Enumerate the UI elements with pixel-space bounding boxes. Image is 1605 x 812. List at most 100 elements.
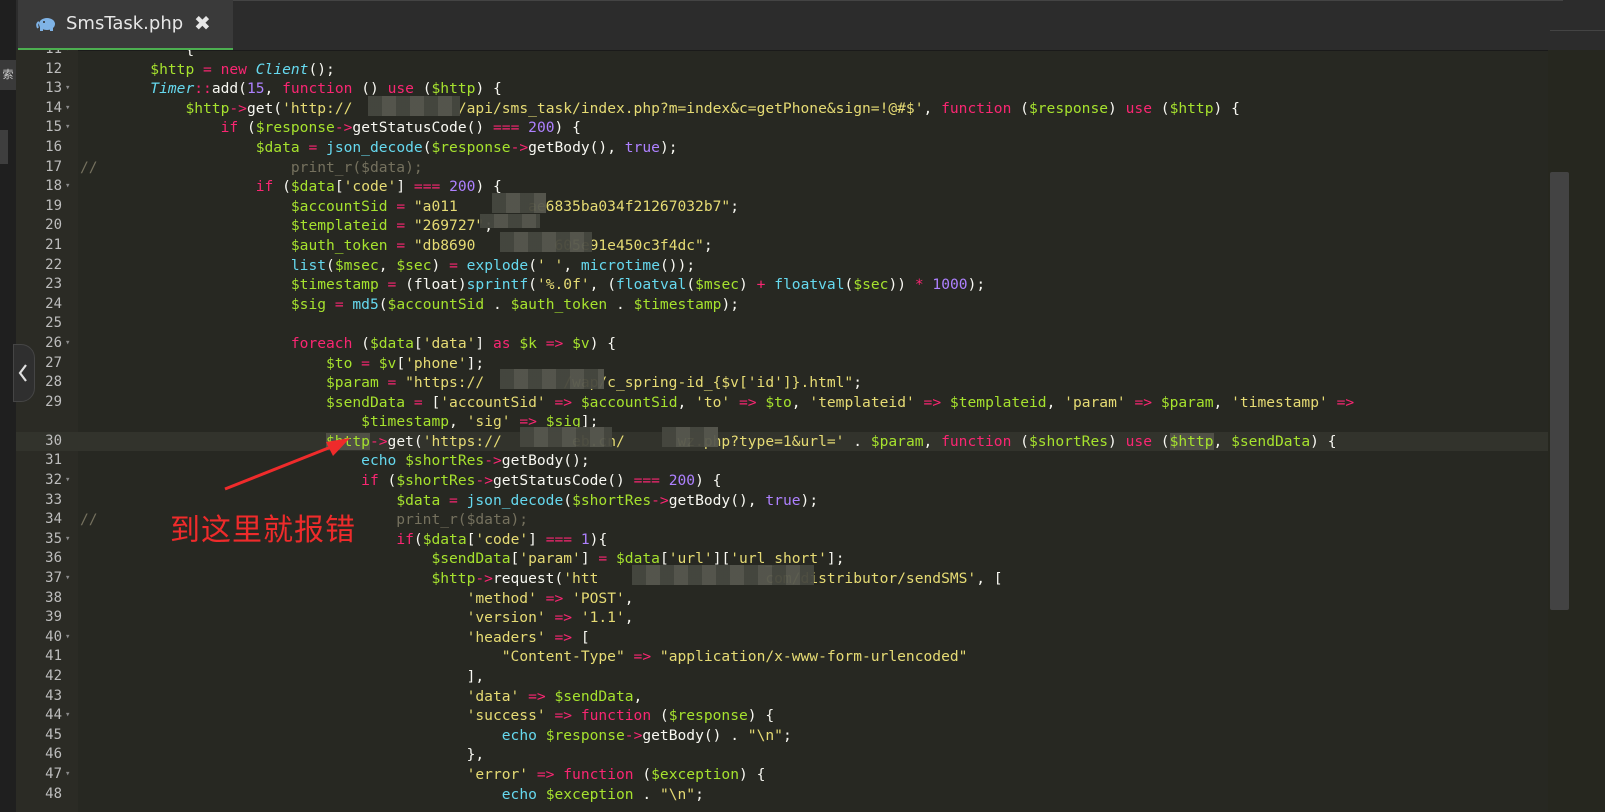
- code-line[interactable]: $timestamp, 'sig' => $sig];: [16, 412, 1548, 432]
- code-text: if ($shortRes->getStatusCode() === 200) …: [80, 471, 721, 491]
- code-token: ) {: [554, 119, 581, 137]
- code-line[interactable]: 39 'version' => '1.1',: [16, 608, 1548, 628]
- redacted-url: [662, 427, 718, 447]
- fold-arrow-icon[interactable]: ▾: [65, 628, 70, 648]
- fold-arrow-icon[interactable]: ▾: [65, 118, 70, 138]
- tab-smstask[interactable]: SmsTask.php ✖: [18, 0, 233, 50]
- code-line[interactable]: 12 $http = new Client();: [16, 60, 1548, 80]
- code-token: 'data': [422, 334, 476, 352]
- code-token: // print_r($data);: [80, 158, 423, 176]
- side-panel-tab[interactable]: 索: [0, 60, 16, 90]
- code-line[interactable]: 47 ▾ 'error' => function ($exception) {: [16, 765, 1548, 785]
- code-token: =: [326, 295, 353, 313]
- code-line[interactable]: 42 ],: [16, 667, 1548, 687]
- code-token: 'error': [466, 765, 529, 783]
- code-line[interactable]: 29 $sendData = ['accountSid' => $account…: [16, 393, 1548, 413]
- code-line[interactable]: 41 "Content-Type" => "application/x-www-…: [16, 647, 1548, 667]
- code-line[interactable]: 46 },: [16, 745, 1548, 765]
- code-token: ,: [1213, 432, 1232, 450]
- code-token: =: [194, 60, 221, 78]
- code-line[interactable]: 25: [16, 314, 1548, 334]
- code-token: $param: [326, 374, 379, 392]
- fold-arrow-icon[interactable]: ▾: [65, 99, 70, 119]
- fold-arrow-icon[interactable]: ▾: [65, 765, 70, 785]
- fold-arrow-icon[interactable]: ▾: [65, 530, 70, 550]
- code-line[interactable]: 20 $templateid = "269727";: [16, 216, 1548, 236]
- code-token: explode: [466, 256, 529, 274]
- code-token: getBody(),: [528, 138, 625, 156]
- code-token: use: [1125, 99, 1152, 117]
- chevron-left-icon: [18, 364, 27, 382]
- code-line[interactable]: 32 ▾ if ($shortRes->getStatusCode() === 2…: [16, 471, 1548, 491]
- code-token: $http: [185, 99, 230, 117]
- code-line[interactable]: 22 list($msec, $sec) = explode(' ', micr…: [16, 256, 1548, 276]
- code-text: 'data' => $sendData,: [80, 687, 643, 707]
- code-token: .: [484, 295, 511, 313]
- code-line[interactable]: 28 $param = "https:// /wap/c_spring-id_{…: [16, 373, 1548, 393]
- code-token: 1: [580, 530, 590, 548]
- fold-arrow-icon[interactable]: ▾: [65, 177, 70, 197]
- code-token: ]: [475, 334, 493, 352]
- code-line[interactable]: 31 echo $shortRes->getBody();: [16, 451, 1548, 471]
- code-line[interactable]: 43 'data' => $sendData,: [16, 687, 1548, 707]
- code-token: ,: [1213, 393, 1232, 411]
- vertical-scrollbar-thumb[interactable]: [1550, 172, 1569, 610]
- fold-arrow-icon[interactable]: ▾: [65, 50, 70, 60]
- code-token: $auth_token: [290, 236, 388, 254]
- fold-arrow-icon[interactable]: ▾: [65, 79, 70, 99]
- fold-arrow-icon[interactable]: ▾: [65, 569, 70, 589]
- code-token: ) {: [739, 765, 766, 783]
- code-token: (: [528, 256, 537, 274]
- code-token: =: [387, 217, 414, 235]
- code-token: =>: [1125, 393, 1161, 411]
- code-token: Timer: [150, 80, 195, 98]
- code-line[interactable]: 45 echo $response->getBody() . "\n";: [16, 726, 1548, 746]
- close-icon[interactable]: ✖: [194, 11, 211, 35]
- collapse-panel-button[interactable]: [13, 344, 35, 402]
- code-line[interactable]: 44 ▾ 'success' => function ($response) {: [16, 706, 1548, 726]
- code-line[interactable]: 27 $to = $v['phone'];: [16, 354, 1548, 374]
- php-elephant-icon: [36, 16, 58, 36]
- code-line[interactable]: 30 $http->get('https:// eb.cn/ wz.php?ty…: [16, 431, 1548, 452]
- code-token: 'timestamp': [1231, 393, 1328, 411]
- line-number: 36: [45, 550, 62, 567]
- code-token: 'version': [466, 609, 546, 627]
- code-token: getBody();: [501, 452, 590, 470]
- code-line[interactable]: 24 $sig = md5($accountSid . $auth_token …: [16, 295, 1548, 315]
- code-token: $shortRes: [405, 452, 485, 470]
- code-line[interactable]: 16 $data = json_decode($response->getBod…: [16, 138, 1548, 158]
- code-line[interactable]: 38 'method' => 'POST',: [16, 589, 1548, 609]
- code-line[interactable]: 18 ▾ if ($data['code'] === 200) {: [16, 177, 1548, 197]
- code-line[interactable]: 19 $accountSid = "a011 ae6835ba034f21267…: [16, 197, 1548, 217]
- code-token: (: [378, 472, 397, 490]
- code-token: list: [290, 256, 327, 274]
- code-line[interactable]: 21 $auth_token = "db8690 605e91e450c3f4d…: [16, 236, 1548, 256]
- code-token: ): [431, 256, 450, 274]
- code-line[interactable]: 11▾ {: [16, 50, 1548, 60]
- code-text: echo $response->getBody() . "\n";: [80, 726, 792, 746]
- line-number: 44: [45, 707, 62, 724]
- code-line[interactable]: 15 ▾ if ($response->getStatusCode() === 2…: [16, 118, 1548, 138]
- code-line[interactable]: 40 ▾ 'headers' => [: [16, 628, 1548, 648]
- code-token: true: [624, 138, 660, 156]
- fold-arrow-icon[interactable]: ▾: [65, 706, 70, 726]
- code-line[interactable]: 23 $timestamp = (float)sprintf('%.0f', (…: [16, 275, 1548, 295]
- code-line[interactable]: 14 ▾ $http->get('http:// /api/sms_task/in…: [16, 99, 1548, 119]
- code-token: =>: [536, 334, 573, 352]
- code-token: 'accountSid': [440, 393, 546, 411]
- tab-title: SmsTask.php: [66, 13, 184, 34]
- fold-arrow-icon[interactable]: ▾: [65, 334, 70, 354]
- code-line[interactable]: 26 ▾ foreach ($data['data'] as $k => $v) …: [16, 334, 1548, 354]
- code-editor[interactable]: 11▾ {12 $http = new Client();13▾ Timer::…: [16, 50, 1548, 812]
- code-line[interactable]: 13 ▾ Timer::add(15, function () use ($htt…: [16, 79, 1548, 99]
- fold-arrow-icon[interactable]: ▾: [65, 471, 70, 491]
- code-line[interactable]: 48 echo $exception . "\n";: [16, 785, 1548, 805]
- code-line[interactable]: 17 // print_r($data);: [16, 158, 1548, 178]
